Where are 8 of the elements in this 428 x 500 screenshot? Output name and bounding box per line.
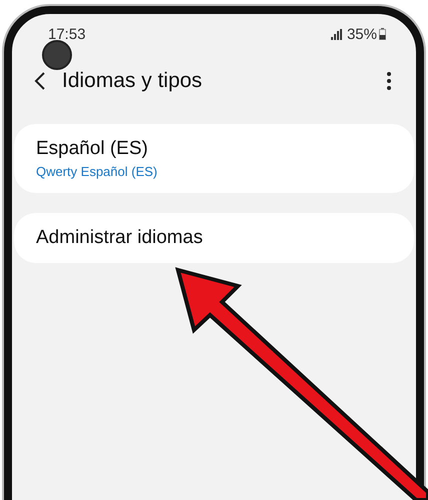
status-time: 17:53 [48, 26, 86, 42]
screen-title: Idiomas y tipos [62, 69, 204, 93]
item-title: Administrar idiomas [36, 227, 204, 249]
battery-percent: 35% [346, 26, 377, 42]
item-title: Español (ES) [36, 138, 149, 160]
settings-item[interactable]: Español (ES) Qwerty Español (ES) [14, 124, 414, 193]
settings-item[interactable]: Administrar idiomas [14, 213, 414, 263]
item-subtitle: Qwerty Español (ES) [36, 164, 158, 179]
